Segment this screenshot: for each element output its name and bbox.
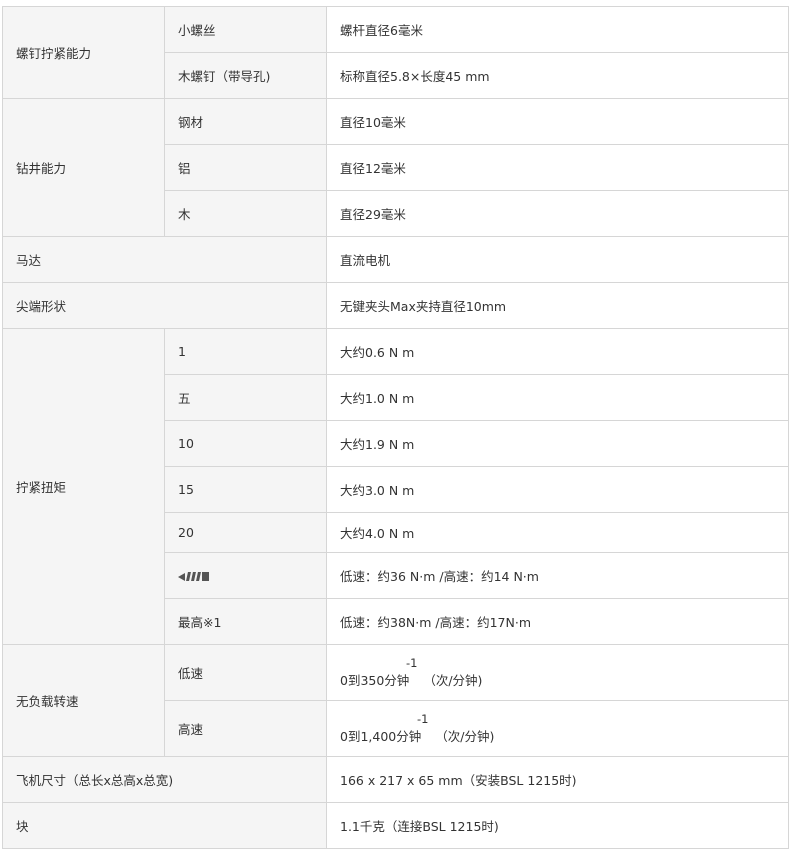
row-label-mass: 块 bbox=[2, 802, 327, 849]
sub-label-steel: 钢材 bbox=[164, 98, 327, 145]
value-low-speed: -1 0到350分钟 （次/分钟) bbox=[326, 644, 789, 701]
row-label-motor: 马达 bbox=[2, 236, 327, 283]
value-torque-1: 大约0.6 N m bbox=[326, 328, 789, 375]
value-wood: 直径29毫米 bbox=[326, 190, 789, 237]
table-row: 钻井能力 钢材 直径10毫米 bbox=[2, 98, 789, 237]
sub-label-small-screw: 小螺丝 bbox=[164, 6, 327, 53]
sub-label-torque-10: 10 bbox=[164, 420, 327, 467]
low-speed-exponent: -1 bbox=[406, 656, 418, 670]
high-speed-unit: （次/分钟) bbox=[435, 729, 495, 744]
sub-label-torque-max: 最高※1 bbox=[164, 598, 327, 645]
row-label-tip-shape: 尖端形状 bbox=[2, 282, 327, 329]
high-speed-exponent: -1 bbox=[417, 712, 429, 726]
row-label-dimensions: 飞机尺寸（总长x总高x总宽) bbox=[2, 756, 327, 803]
drill-mode-icon bbox=[178, 572, 209, 581]
value-wood-screw: 标称直径5.8×长度45 mm bbox=[326, 52, 789, 99]
row-label-drilling-capacity: 钻井能力 bbox=[2, 98, 165, 237]
value-high-speed: -1 0到1,400分钟 （次/分钟) bbox=[326, 700, 789, 757]
value-torque-max: 低速：约38N·m /高速：约17N·m bbox=[326, 598, 789, 645]
value-torque-20: 大约4.0 N m bbox=[326, 512, 789, 553]
low-speed-unit: （次/分钟) bbox=[423, 673, 483, 688]
value-torque-10: 大约1.9 N m bbox=[326, 420, 789, 467]
value-dimensions: 166 x 217 x 65 mm（安装BSL 1215时) bbox=[326, 756, 789, 803]
row-label-no-load-speed: 无负载转速 bbox=[2, 644, 165, 757]
sub-label-high-speed: 高速 bbox=[164, 700, 327, 757]
value-torque-5: 大约1.0 N m bbox=[326, 374, 789, 421]
sub-label-aluminum: 铝 bbox=[164, 144, 327, 191]
sub-label-torque-15: 15 bbox=[164, 466, 327, 513]
value-torque-drill-mode: 低速：约36 N·m /高速：约14 N·m bbox=[326, 552, 789, 599]
value-steel: 直径10毫米 bbox=[326, 98, 789, 145]
sub-label-torque-20: 20 bbox=[164, 512, 327, 553]
row-label-screw-capacity: 螺钉拧紧能力 bbox=[2, 6, 165, 99]
table-row: 飞机尺寸（总长x总高x总宽) 166 x 217 x 65 mm（安装BSL 1… bbox=[2, 756, 789, 803]
value-tip-shape: 无键夹头Max夹持直径10mm bbox=[326, 282, 789, 329]
sub-label-wood: 木 bbox=[164, 190, 327, 237]
sub-label-torque-1: 1 bbox=[164, 328, 327, 375]
table-row: 尖端形状 无键夹头Max夹持直径10mm bbox=[2, 282, 789, 329]
value-small-screw: 螺杆直径6毫米 bbox=[326, 6, 789, 53]
low-speed-range: 0到350分钟 bbox=[340, 673, 410, 688]
row-label-torque: 拧紧扭矩 bbox=[2, 328, 165, 645]
spec-table: 螺钉拧紧能力 小螺丝 螺杆直径6毫米 木螺钉（带导孔) 标称直径5.8×长度45… bbox=[2, 6, 789, 849]
value-aluminum: 直径12毫米 bbox=[326, 144, 789, 191]
high-speed-range: 0到1,400分钟 bbox=[340, 729, 422, 744]
sub-label-drill-mode bbox=[164, 552, 327, 599]
sub-label-low-speed: 低速 bbox=[164, 644, 327, 701]
table-row: 块 1.1千克（连接BSL 1215时) bbox=[2, 802, 789, 849]
value-motor: 直流电机 bbox=[326, 236, 789, 283]
value-mass: 1.1千克（连接BSL 1215时) bbox=[326, 802, 789, 849]
table-row: 拧紧扭矩 1 大约0.6 N m bbox=[2, 328, 789, 645]
table-row: 无负载转速 低速 -1 0到350分钟 （次/分钟) bbox=[2, 644, 789, 757]
sub-label-torque-5: 五 bbox=[164, 374, 327, 421]
value-torque-15: 大约3.0 N m bbox=[326, 466, 789, 513]
sub-label-wood-screw: 木螺钉（带导孔) bbox=[164, 52, 327, 99]
table-row: 螺钉拧紧能力 小螺丝 螺杆直径6毫米 bbox=[2, 6, 789, 99]
table-row: 马达 直流电机 bbox=[2, 236, 789, 283]
